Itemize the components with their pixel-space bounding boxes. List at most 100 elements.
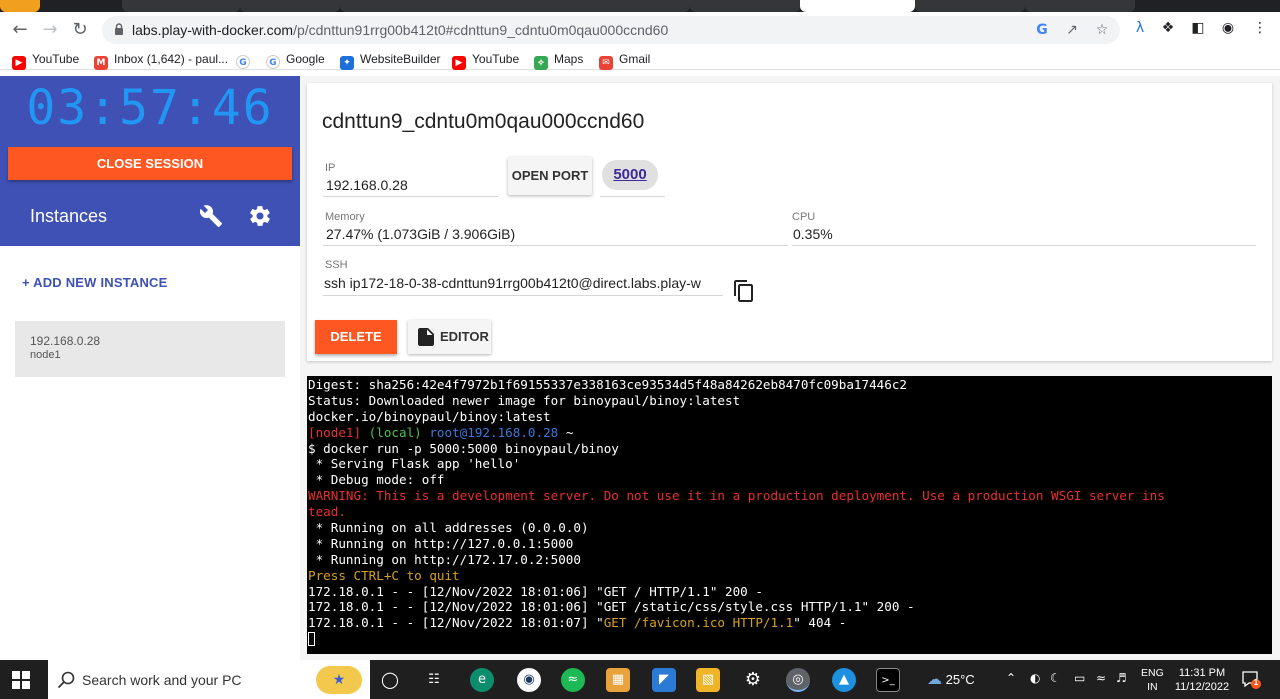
terminal-text: tead. [308, 504, 346, 520]
battery-icon[interactable]: ▭ [1074, 671, 1085, 685]
cortana-icon[interactable]: ◯ [378, 668, 402, 692]
wrench-icon[interactable] [199, 204, 223, 228]
browser-tab[interactable] [340, 0, 690, 12]
taskbar-search-box[interactable]: Search work and your PC ★ [48, 660, 370, 699]
cpu-label: CPU [792, 211, 816, 223]
browser-tab[interactable] [122, 0, 240, 12]
meet-now-icon[interactable]: ◐ [1030, 671, 1040, 685]
bookmark-gmail[interactable]: ✉ Gmail [599, 51, 651, 70]
port-5000-link[interactable]: 5000 [602, 160, 658, 190]
copy-icon[interactable] [733, 279, 755, 303]
browser-tab-strip [0, 0, 1280, 12]
editor-button[interactable]: EDITOR [408, 320, 491, 354]
volume-icon[interactable]: ♬ [1116, 671, 1127, 685]
terminal-text: " 404 - [793, 615, 847, 631]
bookmark-label: Google [286, 52, 325, 66]
terminal-line: 172.18.0.1 - - [12/Nov/2022 18:01:07] "G… [308, 615, 1272, 631]
lock-icon [115, 23, 123, 35]
browser-tab-active[interactable] [800, 0, 915, 12]
app-icon[interactable]: ◉ [517, 668, 541, 692]
microphone-icon[interactable]: ☾ [1050, 671, 1061, 685]
profile-avatar[interactable]: ◉ [1218, 18, 1238, 38]
spotify-icon[interactable]: ≈ [561, 668, 585, 692]
terminal-app-icon[interactable]: >_ [876, 668, 900, 692]
reload-icon[interactable]: ↻ [68, 18, 92, 42]
terminal-line: WARNING: This is a development server. D… [308, 488, 1272, 504]
delete-button[interactable]: DELETE [315, 320, 397, 354]
youtube-icon: ▶ [12, 56, 26, 70]
forward-arrow-icon[interactable]: → [38, 18, 62, 42]
terminal-text: Press CTRL+C to quit [308, 567, 460, 583]
gear-icon[interactable] [248, 204, 272, 228]
ssh-label: SSH [325, 259, 348, 271]
store-icon[interactable]: ▦ [606, 668, 630, 692]
bookmark-star-icon[interactable]: ☆ [1092, 20, 1112, 40]
windows-start-icon[interactable] [12, 671, 30, 689]
bookmark-youtube[interactable]: ▶ YouTube [12, 51, 79, 70]
terminal-line: * Serving Flask app 'hello' [308, 456, 1272, 472]
terminal-line: Digest: sha256:42e4f7972b1f69155337e3381… [308, 377, 1272, 393]
browser-tab[interactable] [915, 0, 1025, 12]
instance-hostname: cdnttun9_cdntu0m0qau000ccnd60 [322, 110, 645, 133]
chrome-icon[interactable]: ◎ [786, 668, 810, 692]
search-highlight-icon[interactable]: ★ [316, 666, 362, 694]
bookmark-maps[interactable]: ⟡ Maps [534, 51, 583, 70]
more-menu-icon[interactable]: ⋮ [1250, 18, 1270, 38]
bookmark-label: Gmail [619, 52, 651, 66]
notification-center-icon[interactable]: 1 [1241, 669, 1261, 689]
terminal-line: docker.io/binoypaul/binoy:latest [308, 409, 1272, 425]
back-arrow-icon[interactable]: ← [8, 18, 32, 42]
file-explorer-icon[interactable]: ▧ [696, 668, 720, 692]
bookmark-inbox[interactable]: M Inbox (1,642) - paul... [94, 51, 229, 70]
browser-tab[interactable] [1025, 0, 1135, 12]
sidebar-header: 03:57:46 CLOSE SESSION Instances [0, 76, 300, 246]
terminal-text: 172.18.0.1 - - [12/Nov/2022 18:01:06] "G… [308, 599, 915, 615]
task-view-icon[interactable]: ☷ [422, 668, 446, 692]
puzzle-extensions-icon[interactable]: ❖ [1158, 18, 1178, 38]
address-bar[interactable]: labs.play-with-docker.com/p/cdnttun91rrg… [102, 16, 1120, 44]
terminal-line: * Running on all addresses (0.0.0.0) [308, 520, 1272, 536]
input-language[interactable]: ENG IN [1141, 666, 1164, 694]
terminal-text: $ docker run -p 5000:5000 binoypaul/bino… [308, 440, 619, 456]
gmail-icon: ✉ [599, 56, 613, 70]
add-new-instance-link[interactable]: + ADD NEW INSTANCE [22, 275, 168, 290]
edge-browser-icon[interactable]: e [470, 668, 494, 692]
open-port-button[interactable]: OPEN PORT [508, 157, 592, 195]
url-path: /p/cdnttun91rrg00b412t0#cdnttun9_cdntu0m… [293, 22, 669, 38]
ssh-command-field[interactable]: ssh ip172-18-0-38-cdnttun91rrg00b412t0@d… [324, 275, 722, 291]
google-lens-icon[interactable]: G [1032, 20, 1052, 40]
terminal-text: GET /favicon.ico HTTP/1.1 [603, 615, 794, 631]
editor-button-label: EDITOR [440, 329, 489, 344]
weather-widget[interactable]: ☁ 25°C [927, 670, 975, 688]
terminal-line: * Debug mode: off [308, 472, 1272, 488]
show-hidden-icons-icon[interactable]: ⌃ [1006, 671, 1016, 685]
close-session-button[interactable]: CLOSE SESSION [8, 147, 292, 180]
instance-name: node1 [30, 349, 61, 361]
bookmark-google-icon-only[interactable]: G [236, 51, 256, 69]
extension-icon[interactable]: λ [1130, 18, 1150, 38]
bookmarks-bar: ▶ YouTube M Inbox (1,642) - paul... G G Goo… [0, 48, 1280, 70]
settings-icon[interactable]: ⚙ [741, 668, 765, 692]
sidebar: 03:57:46 CLOSE SESSION Instances + ADD N… [0, 76, 300, 660]
app-icon[interactable]: ◤ [652, 668, 676, 692]
bookmark-websitebuilder[interactable]: ✦ WebsiteBuilder [340, 51, 440, 70]
terminal-text: WARNING: This is a development server. D… [308, 488, 1165, 504]
bookmark-youtube-2[interactable]: ▶ YouTube [452, 51, 519, 70]
terminal-line: 172.18.0.1 - - [12/Nov/2022 18:01:06] "G… [308, 584, 1272, 600]
browser-tab[interactable] [690, 0, 800, 12]
terminal-text: docker.io/binoypaul/binoy:latest [308, 408, 551, 424]
browser-tab[interactable] [240, 0, 340, 12]
taskbar-clock[interactable]: 11:31 PM 11/12/2022 [1171, 666, 1233, 694]
instance-list-item[interactable]: 192.168.0.28 node1 [15, 321, 285, 377]
terminal-line: Press CTRL+C to quit [308, 568, 1272, 584]
terminal-text: root@192.168.0.28 [429, 424, 559, 440]
youtube-icon: ▶ [452, 56, 466, 70]
terminal[interactable]: Digest: sha256:42e4f7972b1f69155337e3381… [307, 376, 1272, 654]
terminal-line: * Running on http://172.17.0.2:5000 [308, 552, 1272, 568]
side-panel-icon[interactable]: ◧ [1188, 18, 1208, 38]
share-icon[interactable]: ↗ [1062, 20, 1082, 40]
wifi-icon[interactable]: ≈ [1096, 671, 1106, 685]
docker-icon[interactable]: ▲ [832, 668, 856, 692]
bookmark-label: Inbox (1,642) - paul... [114, 52, 229, 66]
bookmark-google[interactable]: G Google [266, 51, 325, 69]
